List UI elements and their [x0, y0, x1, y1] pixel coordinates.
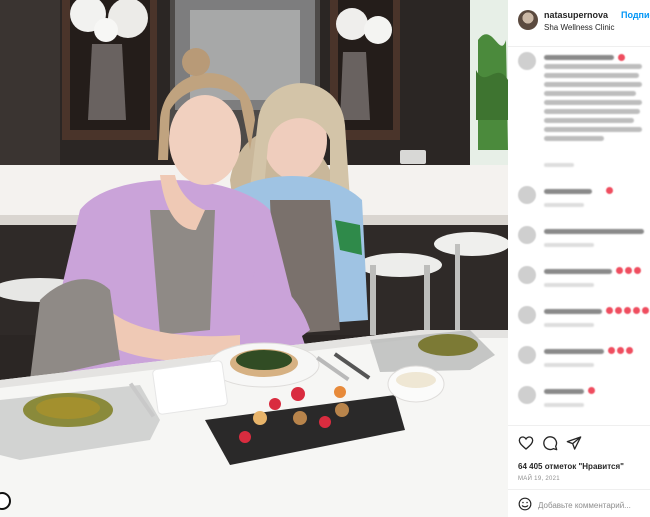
- comment-icon[interactable]: [542, 435, 558, 451]
- caption: [508, 47, 650, 177]
- post-actions: 64 405 отметок "Нравится" МАЙ 19, 2021: [508, 425, 650, 517]
- post-photo[interactable]: [0, 0, 508, 517]
- comment-input[interactable]: [538, 498, 646, 512]
- list-item: [508, 383, 650, 417]
- list-item: [508, 183, 650, 217]
- list-item: [508, 223, 650, 257]
- heart-icon[interactable]: [518, 435, 534, 451]
- post-sidebar: natasupernova Подпис Sha Wellness Clinic: [508, 0, 650, 517]
- avatar[interactable]: [518, 10, 538, 30]
- comments-list[interactable]: [508, 47, 650, 425]
- comment-form: [508, 489, 650, 517]
- likes-count[interactable]: 64 405 отметок "Нравится": [518, 462, 624, 471]
- follow-button[interactable]: Подпис: [621, 10, 650, 20]
- location-link[interactable]: Sha Wellness Clinic: [544, 23, 615, 32]
- post-header: natasupernova Подпис Sha Wellness Clinic: [508, 0, 650, 47]
- username-link[interactable]: natasupernova: [544, 10, 608, 20]
- emoji-icon[interactable]: [518, 497, 532, 511]
- list-item: [508, 343, 650, 377]
- list-item: [508, 263, 650, 297]
- comment-avatar[interactable]: [518, 52, 536, 70]
- photo-scene: [0, 0, 508, 517]
- list-item: [508, 303, 650, 337]
- share-icon[interactable]: [566, 435, 582, 451]
- post-date: МАЙ 19, 2021: [518, 476, 560, 482]
